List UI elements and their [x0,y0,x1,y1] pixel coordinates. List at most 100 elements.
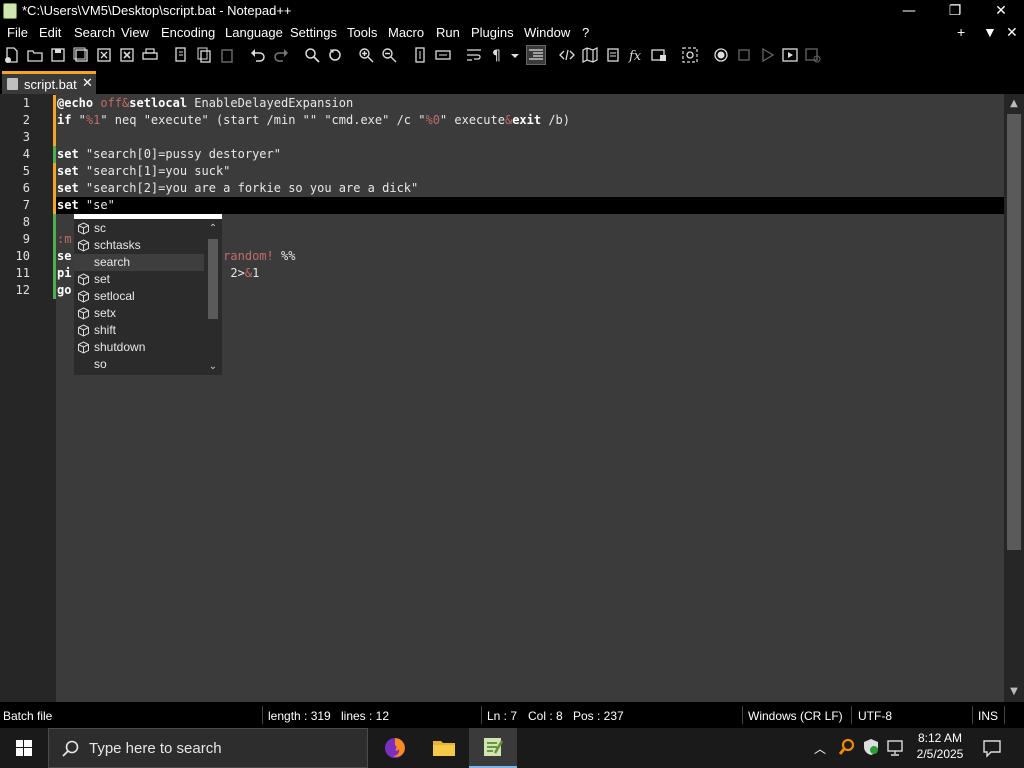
autocomplete-scroll-up-icon[interactable]: ⌃ [206,223,220,234]
close-icon[interactable] [95,46,113,64]
scroll-up-arrow-icon[interactable]: ▲ [1004,98,1024,109]
menu-macro[interactable]: Macro [388,25,424,40]
code-area[interactable]: @echo off & setlocal EnableDelayedExpansio… [56,94,1004,702]
taskbar-file-explorer[interactable] [420,728,468,768]
autocomplete-item-label: schtasks [94,238,141,252]
taskbar-firefox[interactable] [371,728,419,768]
paste-icon[interactable] [218,46,236,64]
menu-settings[interactable]: Settings [290,25,337,40]
record-macro-icon[interactable] [712,46,730,64]
code-line[interactable]: @echo off&setlocal EnableDelayedExpansio… [57,95,353,112]
word-wrap-icon[interactable] [465,46,483,64]
menu-file[interactable]: File [7,25,28,40]
autocomplete-item[interactable]: shutdown [74,339,204,356]
copy-icon[interactable] [195,46,213,64]
save-all-icon[interactable] [72,46,90,64]
autocomplete-item[interactable]: search [74,254,204,271]
find-icon[interactable] [303,46,321,64]
menu-view[interactable]: View [121,25,149,40]
line-number: 6 [22,181,30,195]
indent-guide-icon[interactable] [526,45,546,65]
autocomplete-popup[interactable]: ⌃ ⌄ sc schtasks search set setlocal setx shift… [74,214,222,375]
menu-search[interactable]: Search [74,25,115,40]
autocomplete-scroll-down-icon[interactable]: ⌄ [206,361,220,372]
close-window-button[interactable]: ✕ [978,0,1024,22]
save-icon[interactable] [49,46,67,64]
show-all-chars-icon[interactable]: ¶ [488,46,506,64]
print-icon[interactable] [141,46,159,64]
new-tab-plus-icon[interactable]: + [957,24,965,40]
zoom-in-icon[interactable] [357,46,375,64]
search-tool-tray-icon[interactable] [838,738,856,760]
tab-close-icon[interactable]: ✕ [82,76,93,91]
menu-run[interactable]: Run [436,25,460,40]
tab-script-bat[interactable]: script.bat ✕ [2,71,96,94]
autocomplete-scrollbar[interactable]: ⌃ ⌄ [206,223,220,375]
doc-list-icon[interactable] [604,46,622,64]
code-line[interactable]: :m [57,231,71,248]
notification-center-icon[interactable] [982,738,1002,762]
status-insert-mode[interactable]: INS [978,709,998,723]
autocomplete-item[interactable]: sc [74,220,204,237]
taskbar-search-box[interactable]: Type here to search [48,728,368,768]
code-line[interactable]: if "%1" neq "execute" (start /min "" "cm… [57,112,570,129]
menu-encoding[interactable]: Encoding [161,25,215,40]
menu-language[interactable]: Language [225,25,283,40]
new-file-icon[interactable] [3,46,21,64]
close-tab-icon[interactable]: ✕ [1006,24,1018,41]
run-macro-multiple-icon[interactable] [781,46,799,64]
fx-icon[interactable]: fx [627,46,645,64]
redo-icon[interactable] [272,46,290,64]
minimize-button[interactable]: — [886,0,932,22]
autocomplete-item[interactable]: set [74,271,204,288]
menu-edit[interactable]: Edit [39,25,61,40]
show-chars-dropdown-icon[interactable] [509,46,521,64]
autocomplete-item[interactable]: so [74,356,204,373]
monitor-icon[interactable] [681,46,699,64]
map-icon[interactable] [581,46,599,64]
save-macro-icon[interactable] [804,46,822,64]
sync-horizontal-icon[interactable] [434,46,452,64]
autocomplete-item[interactable]: shift [74,322,204,339]
status-encoding[interactable]: UTF-8 [858,709,892,723]
code-line[interactable]: set "search[1]=you suck" [57,163,230,180]
code-line[interactable]: set "search[2]=you are a forkie so you a… [57,180,418,197]
svg-text:fx: fx [628,49,642,63]
editor[interactable]: 1 2 3 4 5 6 7 8 9 10 11 12 @echo off&setlocal Enabl… [0,94,1024,702]
code-line[interactable]: go [57,282,71,299]
cut-icon[interactable] [172,46,190,64]
undo-icon[interactable] [249,46,267,64]
stop-record-icon[interactable] [735,46,753,64]
maximize-button[interactable]: ❐ [932,0,978,22]
xml-icon[interactable] [558,46,576,64]
status-separator [972,706,973,724]
open-file-icon[interactable] [26,46,44,64]
taskbar-notepadpp[interactable] [469,728,517,768]
scrollbar-thumb[interactable] [1007,114,1021,550]
folder-workspace-icon[interactable] [650,46,668,64]
vertical-scrollbar[interactable]: ▲ ▼ [1004,94,1024,702]
show-hidden-icons-icon[interactable]: ︿ [814,740,826,757]
play-macro-icon[interactable] [758,46,776,64]
menu-window[interactable]: Window [524,25,570,40]
autocomplete-item[interactable]: setx [74,305,204,322]
menu-help[interactable]: ? [582,25,589,40]
menu-plugins[interactable]: Plugins [471,25,514,40]
taskbar-clock[interactable]: 8:12 AM 2/5/2025 [912,731,968,761]
menu-tools[interactable]: Tools [347,25,377,40]
scroll-down-arrow-icon[interactable]: ▼ [1004,686,1024,697]
autocomplete-item[interactable]: schtasks [74,237,204,254]
autocomplete-scroll-thumb[interactable] [208,239,218,319]
autocomplete-item[interactable]: setlocal [74,288,204,305]
zoom-out-icon[interactable] [380,46,398,64]
close-all-icon[interactable] [118,46,136,64]
sync-vertical-icon[interactable] [411,46,429,64]
code-line[interactable]: set "se" [57,197,115,214]
network-icon[interactable] [886,739,904,761]
code-line[interactable]: set "search[0]=pussy destoryer" [57,146,281,163]
defender-shield-icon[interactable] [862,738,880,760]
start-button[interactable] [0,728,48,768]
status-eol[interactable]: Windows (CR LF) [748,709,843,723]
replace-icon[interactable] [326,46,344,64]
tab-list-dropdown-icon[interactable]: ▼ [983,24,997,40]
